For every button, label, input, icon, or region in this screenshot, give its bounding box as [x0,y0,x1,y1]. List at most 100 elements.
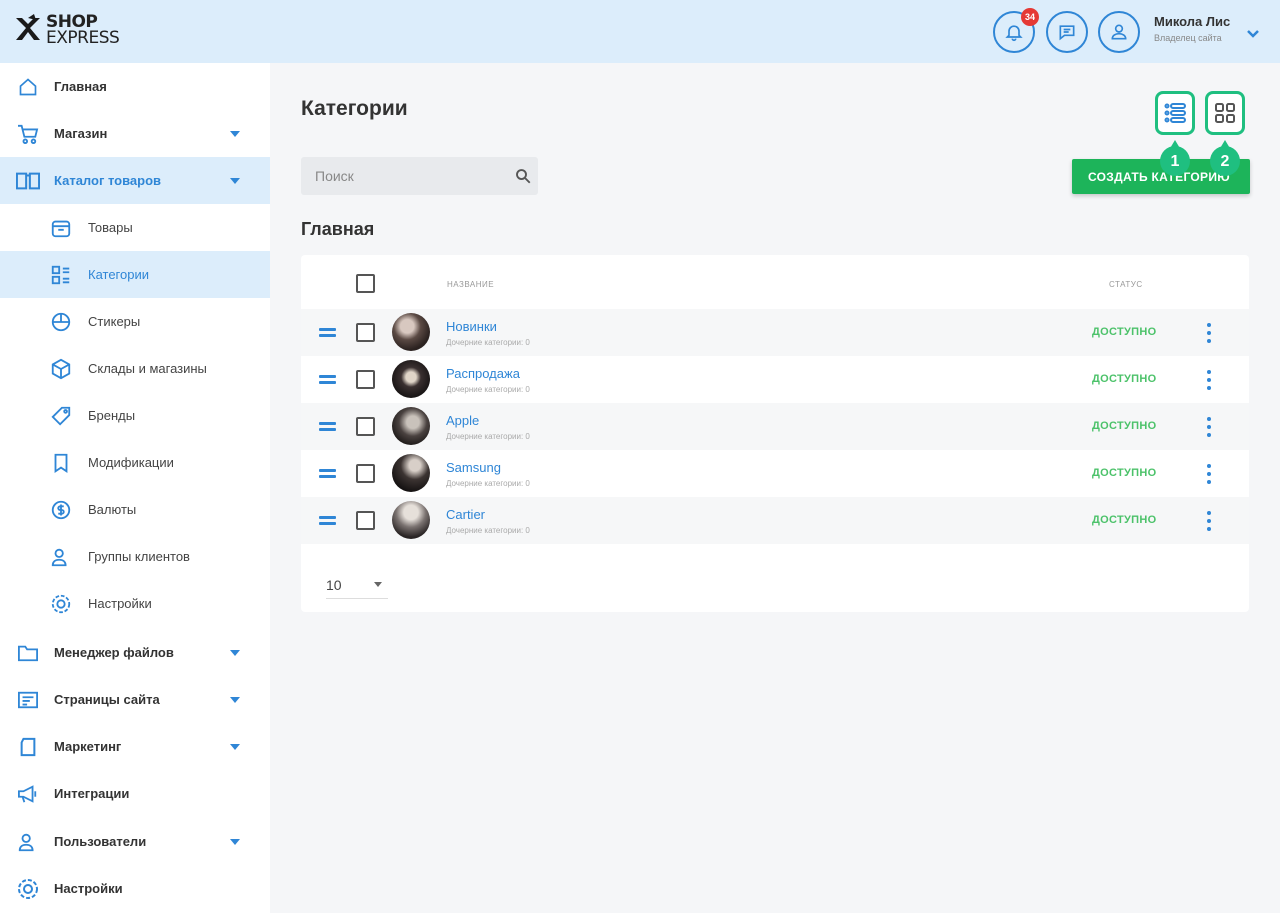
row-checkbox[interactable] [356,323,375,342]
category-subcount: Дочерние категории: 0 [446,432,530,441]
sidebar-subitem-label: Склады и магазины [88,361,207,376]
caret-down-icon[interactable] [230,130,240,137]
table-row[interactable]: Cartier Дочерние категории: 0 ДОСТУПНО [301,497,1249,544]
column-header-name[interactable]: НАЗВАНИЕ [447,280,494,289]
marketing-icon [15,734,41,760]
list-view-button[interactable] [1155,91,1195,135]
caret-down-icon [374,582,382,587]
user-role: Владелец сайта [1154,33,1222,43]
sidebar-item-catalog[interactable]: Каталог товаров [0,157,270,204]
sidebar-subitem-stickers[interactable]: Стикеры [0,298,270,345]
user-info[interactable]: Микола Лис Владелец сайта [1154,14,1230,43]
caret-down-icon[interactable] [230,649,240,656]
sidebar-item-file-manager[interactable]: Менеджер файлов [0,629,270,676]
category-name-link[interactable]: Cartier [446,507,485,522]
caret-down-icon[interactable] [230,743,240,750]
sidebar-subitem-client-groups[interactable]: Группы клиентов [0,533,270,580]
sidebar-item-users[interactable]: Пользователи [0,818,270,865]
row-checkbox[interactable] [356,370,375,389]
search-icon[interactable] [514,167,532,190]
more-options-icon[interactable] [1206,370,1212,390]
category-subcount: Дочерние категории: 0 [446,479,530,488]
list-view-icon [1164,103,1186,123]
select-all-checkbox[interactable] [356,274,375,293]
category-thumbnail [392,501,430,539]
category-name-link[interactable]: Распродажа [446,366,520,381]
tag-icon [48,403,74,429]
user-name: Микола Лис [1154,14,1231,29]
sidebar-item-integrations[interactable]: Интеграции [0,770,270,817]
logo-icon [14,14,42,46]
sidebar-subitem-products[interactable]: Товары [0,204,270,251]
pages-icon [15,687,41,713]
category-name-link[interactable]: Samsung [446,460,501,475]
user-icon [1111,24,1127,40]
drag-handle-icon[interactable] [319,516,336,525]
sidebar-item-settings[interactable]: Настройки [0,865,270,912]
section-title: Главная [301,219,375,239]
chat-icon [1059,25,1075,41]
sidebar-subitem-brands[interactable]: Бренды [0,392,270,439]
messages-button[interactable] [1046,11,1088,53]
sidebar-item-home[interactable]: Главная [0,63,270,110]
caret-down-icon[interactable] [230,177,240,184]
category-name-link[interactable]: Новинки [446,319,497,334]
caret-down-icon[interactable] [230,838,240,845]
table-row[interactable]: Samsung Дочерние категории: 0 ДОСТУПНО [301,450,1249,497]
sidebar-item-site-pages[interactable]: Страницы сайта [0,676,270,723]
caret-down-icon[interactable] [230,696,240,703]
callout-marker-1: 1 [1160,140,1190,182]
search-input[interactable] [301,157,511,195]
table-row[interactable]: Apple Дочерние категории: 0 ДОСТУПНО [301,403,1249,450]
warehouse-icon [48,356,74,382]
gear-icon [48,591,74,617]
sidebar-subitem-categories[interactable]: Категории [0,251,270,298]
category-thumbnail [392,407,430,445]
category-name-link[interactable]: Apple [446,413,479,428]
sidebar-item-label: Интеграции [54,786,130,801]
megaphone-icon [15,781,41,807]
row-checkbox[interactable] [356,511,375,530]
sidebar-subitem-settings[interactable]: Настройки [0,580,270,627]
drag-handle-icon[interactable] [319,422,336,431]
sidebar-item-label: Менеджер файлов [54,645,174,660]
rows-per-page-select[interactable]: 10 [326,569,388,599]
more-options-icon[interactable] [1206,417,1212,437]
more-options-icon[interactable] [1206,511,1212,531]
table-row[interactable]: Распродажа Дочерние категории: 0 ДОСТУПН… [301,356,1249,403]
row-checkbox[interactable] [356,417,375,436]
callout-number: 2 [1220,153,1230,170]
sidebar-subitem-label: Товары [88,220,133,235]
profile-button[interactable] [1098,11,1140,53]
category-thumbnail [392,313,430,351]
sidebar-item-label: Главная [54,79,107,94]
sidebar-item-marketing[interactable]: Маркетинг [0,723,270,770]
cart-icon [15,121,41,147]
chevron-down-icon[interactable] [1246,26,1260,44]
currency-icon [48,497,74,523]
sidebar-subitem-label: Валюты [88,502,137,517]
sidebar-subitem-label: Модификации [88,455,174,470]
drag-handle-icon[interactable] [319,469,336,478]
more-options-icon[interactable] [1206,464,1212,484]
drag-handle-icon[interactable] [319,328,336,337]
row-checkbox[interactable] [356,464,375,483]
more-options-icon[interactable] [1206,323,1212,343]
bell-icon [1005,25,1023,42]
grid-view-icon [1215,103,1235,123]
sidebar-subitem-warehouses[interactable]: Склады и магазины [0,345,270,392]
drag-handle-icon[interactable] [319,375,336,384]
table-row[interactable]: Новинки Дочерние категории: 0 ДОСТУПНО [301,309,1249,356]
catalog-icon [15,168,41,194]
grid-view-button[interactable] [1205,91,1245,135]
logo[interactable]: SHOP EXPRESS [14,14,120,47]
sidebar-subitem-modifications[interactable]: Модификации [0,439,270,486]
search-field [301,157,538,195]
status-badge: ДОСТУПНО [1092,514,1157,526]
sidebar-subitem-label: Стикеры [88,314,141,329]
sidebar-item-shop[interactable]: Магазин [0,110,270,157]
category-thumbnail [392,454,430,492]
column-header-status[interactable]: СТАТУС [1109,280,1143,289]
notifications-button[interactable]: 34 [993,8,1039,53]
sidebar-subitem-currencies[interactable]: Валюты [0,486,270,533]
